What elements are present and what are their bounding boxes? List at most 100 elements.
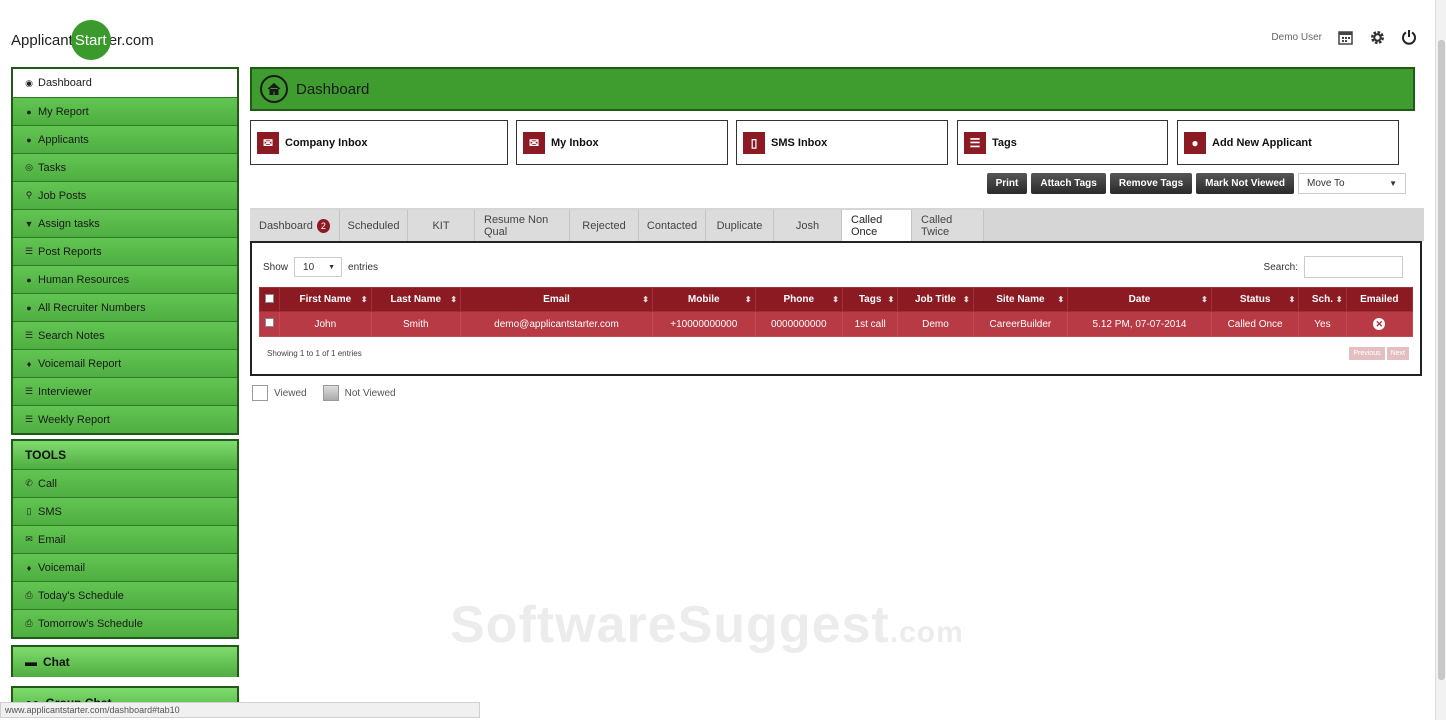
sort-icon: ⬍	[962, 295, 970, 304]
quick-box-my-inbox[interactable]: ✉ My Inbox	[516, 120, 728, 165]
quick-box-add-new-applicant[interactable]: ● Add New Applicant	[1177, 120, 1399, 165]
tab-resume-non-qual[interactable]: Resume Non Qual	[475, 210, 570, 241]
chat-panel[interactable]: ▬ Chat	[11, 645, 239, 677]
sidebar-item-assign-tasks[interactable]: ▼ Assign tasks	[13, 209, 237, 237]
list-icon: ☰	[24, 246, 34, 256]
sidebar-item-my-report[interactable]: ● My Report	[13, 97, 237, 125]
tab-rejected[interactable]: Rejected	[570, 210, 639, 241]
column-header-email[interactable]: Email ⬍	[460, 287, 653, 312]
column-header-emailed[interactable]: Emailed	[1345, 287, 1414, 312]
row-select-cell[interactable]	[258, 311, 281, 337]
home-icon[interactable]	[260, 75, 288, 103]
column-header-status[interactable]: Status ⬍	[1210, 287, 1300, 312]
quick-box-company-inbox[interactable]: ✉ Company Inbox	[250, 120, 508, 165]
quick-box-label: Company Inbox	[285, 136, 368, 149]
select-all-checkbox[interactable]	[265, 293, 275, 303]
print-button[interactable]: Print	[986, 173, 1028, 194]
attach-tags-button[interactable]: Attach Tags	[1031, 173, 1106, 194]
scrollbar-thumb[interactable]	[1438, 40, 1445, 680]
column-header-tags[interactable]: Tags ⬍	[841, 287, 899, 312]
sidebar-item-voicemail-report[interactable]: ♦ Voicemail Report	[13, 349, 237, 377]
next-button[interactable]: Next	[1386, 347, 1409, 360]
sidebar-item-all-recruiter-numbers[interactable]: ● All Recruiter Numbers	[13, 293, 237, 321]
tab-duplicate[interactable]: Duplicate	[706, 210, 774, 241]
remove-tags-button[interactable]: Remove Tags	[1109, 173, 1193, 194]
not-viewed-swatch	[322, 385, 339, 401]
column-header-site-name[interactable]: Site Name ⬍	[972, 287, 1069, 312]
select-all-header[interactable]	[258, 287, 281, 312]
emailed-status-icon[interactable]: ✕	[1373, 318, 1386, 330]
row-checkbox[interactable]	[265, 318, 275, 327]
column-header-mobile[interactable]: Mobile ⬍	[652, 287, 756, 312]
quick-box-tags[interactable]: ☰ Tags	[957, 120, 1168, 165]
sidebar-item-weekly-report[interactable]: ☰ Weekly Report	[13, 405, 237, 433]
search-input[interactable]	[1304, 256, 1403, 278]
tab-contacted[interactable]: Contacted	[639, 210, 706, 241]
watermark-main: SoftwareSuggest	[450, 596, 890, 654]
viewed-label: Viewed	[274, 387, 307, 399]
sidebar-item-applicants[interactable]: ● Applicants	[13, 125, 237, 153]
logo-text-post: er.com	[108, 31, 154, 49]
column-header-date[interactable]: Date ⬍	[1067, 287, 1212, 312]
tools-item-today-s-schedule[interactable]: ⎙ Today's Schedule	[13, 581, 237, 609]
column-header-label: Status	[1239, 294, 1271, 305]
column-header-label: Email	[543, 294, 570, 305]
user-icon: ●	[26, 274, 32, 285]
sidebar-item-human-resources[interactable]: ● Human Resources	[13, 265, 237, 293]
print-icon: ⎙	[25, 590, 33, 600]
status-bar-url: www.applicantstarter.com/dashboard#tab10	[0, 702, 480, 718]
user-icon: ●	[26, 134, 32, 145]
sidebar-item-dashboard[interactable]: ◉ Dashboard	[13, 69, 237, 97]
list-icon: ☰	[24, 330, 34, 340]
column-header-sch[interactable]: Sch. ⬍	[1298, 287, 1347, 312]
pagination: Previous Next	[1349, 347, 1409, 360]
sort-icon: ⬍	[360, 295, 368, 304]
sidebar-item-search-notes[interactable]: ☰ Search Notes	[13, 321, 237, 349]
tools-item-email[interactable]: ✉ Email	[13, 525, 237, 553]
tab-dashboard[interactable]: Dashboard 2	[250, 210, 340, 241]
cell-status: Called Once	[1210, 311, 1300, 337]
chat-button[interactable]: ▬ Chat	[13, 647, 237, 677]
move-to-select[interactable]: Move To ▼	[1298, 173, 1406, 194]
column-header-phone[interactable]: Phone ⬍	[754, 287, 843, 312]
tools-item-voicemail[interactable]: ♦ Voicemail	[13, 553, 237, 581]
tab-label: Contacted	[646, 219, 698, 232]
table-row[interactable]: John Smith demo@applicantstarter.com +10000…	[258, 311, 1414, 337]
entries-select[interactable]: 10 ▼	[294, 257, 343, 277]
logo[interactable]: Applicant Start er.com	[11, 20, 154, 60]
tools-item-sms[interactable]: ▯ SMS	[13, 497, 237, 525]
sidebar-item-post-reports[interactable]: ☰ Post Reports	[13, 237, 237, 265]
tools-item-call[interactable]: ✆ Call	[13, 469, 237, 497]
applicants-table: First Name ⬍ Last Name ⬍ Email ⬍ Mobile ⬍ Phone ⬍…	[258, 287, 1414, 337]
tools-panel: TOOLS ✆ Call ▯ SMS ✉ Email ♦ Voicemail ⎙ Today's …	[11, 439, 239, 639]
column-header-first-name[interactable]: First Name ⬍	[279, 287, 372, 312]
sidebar-item-interviewer[interactable]: ☰ Interviewer	[13, 377, 237, 405]
sidebar-item-tasks[interactable]: ◎ Tasks	[13, 153, 237, 181]
page-scrollbar[interactable]	[1435, 0, 1446, 720]
column-header-last-name[interactable]: Last Name ⬍	[370, 287, 462, 312]
power-icon[interactable]	[1400, 28, 1418, 46]
tab-scheduled[interactable]: Scheduled	[340, 210, 408, 241]
calendar-icon[interactable]	[1336, 28, 1354, 46]
list-icon: ☰	[24, 414, 34, 424]
previous-button[interactable]: Previous	[1349, 347, 1385, 360]
tab-kit[interactable]: KIT	[408, 210, 475, 241]
column-header-job-title[interactable]: Job Title ⬍	[897, 287, 974, 312]
quick-box-sms-inbox[interactable]: ▯ SMS Inbox	[736, 120, 948, 165]
page-title: Dashboard	[296, 80, 370, 98]
tab-count-badge: 2	[316, 218, 330, 233]
logo-text-mid: Start	[74, 31, 107, 49]
tab-called-twice[interactable]: Called Twice	[912, 210, 984, 241]
sidebar-item-label: Tasks	[38, 161, 67, 174]
tools-item-tomorrow-s-schedule[interactable]: ⎙ Tomorrow's Schedule	[13, 609, 237, 637]
mark-not-viewed-button[interactable]: Mark Not Viewed	[1196, 173, 1294, 194]
sort-icon: ⬍	[832, 295, 839, 304]
column-header-label: Tags	[858, 294, 882, 305]
user-name[interactable]: Demo User	[1271, 32, 1322, 43]
show-label: Show	[263, 261, 289, 273]
tab-josh[interactable]: Josh	[774, 210, 842, 241]
tab-called-once[interactable]: Called Once	[842, 210, 912, 241]
microphone-icon: ♦	[26, 358, 32, 369]
gear-icon[interactable]	[1368, 28, 1386, 46]
sidebar-item-job-posts[interactable]: ⚲ Job Posts	[13, 181, 237, 209]
